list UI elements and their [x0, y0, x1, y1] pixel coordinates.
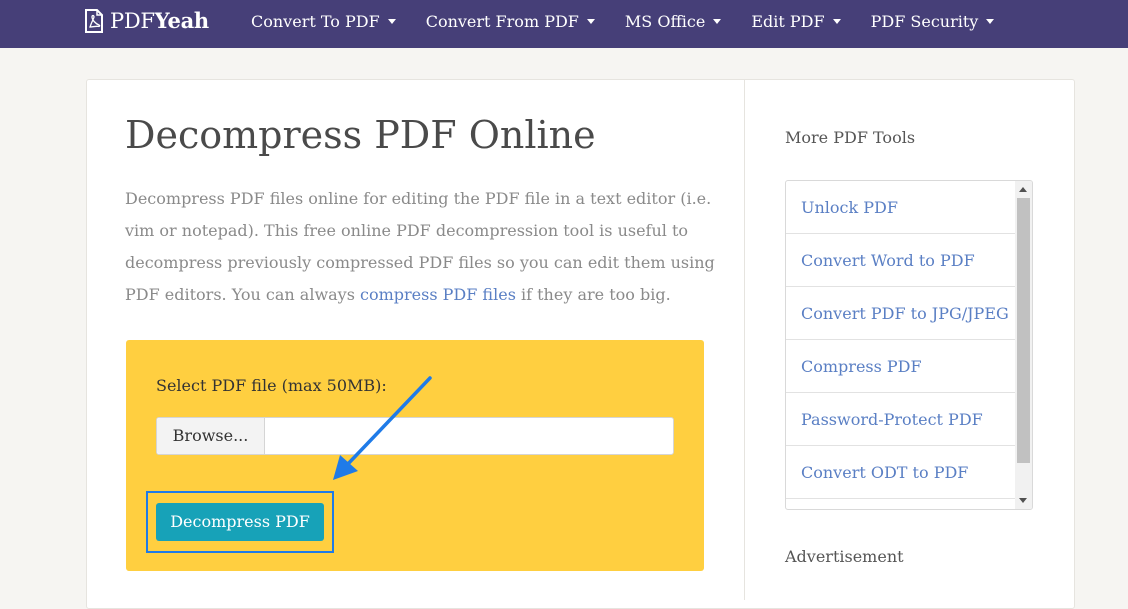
tool-convert-word-to-pdf[interactable]: Convert Word to PDF	[786, 234, 1016, 287]
tool-convert-odt-to-pdf[interactable]: Convert ODT to PDF	[786, 446, 1016, 499]
nav-convert-to-pdf-label: Convert To PDF	[251, 12, 380, 31]
intro-text-end: if they are too big.	[515, 285, 671, 304]
brand-name-regular: PDF	[110, 9, 155, 33]
caret-down-icon	[713, 19, 722, 24]
scroll-down-arrow-icon[interactable]	[1019, 498, 1027, 503]
brand-name-bold: Yeah	[154, 8, 210, 33]
nav-edit-pdf-label: Edit PDF	[751, 12, 825, 31]
caret-down-icon	[586, 19, 595, 24]
caret-down-icon	[986, 19, 995, 24]
caret-down-icon	[387, 19, 396, 24]
more-tools-list[interactable]: Unlock PDF Convert Word to PDF Convert P…	[785, 180, 1033, 510]
intro-paragraph: Decompress PDF files online for editing …	[125, 183, 715, 311]
top-navbar: PDFYeah Convert To PDF Convert From PDF …	[0, 0, 1128, 48]
file-input[interactable]: Browse...	[156, 417, 674, 455]
nav-ms-office[interactable]: MS Office	[610, 0, 736, 48]
nav-pdf-security-label: PDF Security	[870, 12, 979, 31]
nav-convert-from-pdf-label: Convert From PDF	[425, 12, 579, 31]
brand-name: PDFYeah	[110, 8, 209, 33]
nav-pdf-security[interactable]: PDF Security	[856, 0, 1010, 48]
caret-down-icon	[832, 19, 841, 24]
brand-logo[interactable]: PDFYeah	[84, 8, 209, 33]
tool-compress-pdf[interactable]: Compress PDF	[786, 340, 1016, 393]
nav-convert-to-pdf[interactable]: Convert To PDF	[236, 0, 411, 48]
tools-list-scrollbar[interactable]	[1015, 181, 1032, 509]
tool-unlock-pdf[interactable]: Unlock PDF	[786, 181, 1016, 234]
page-title: Decompress PDF Online	[125, 113, 596, 157]
nav-edit-pdf[interactable]: Edit PDF	[736, 0, 855, 48]
nav-convert-from-pdf[interactable]: Convert From PDF	[411, 0, 610, 48]
nav-ms-office-label: MS Office	[624, 12, 706, 31]
browse-button[interactable]: Browse...	[157, 418, 265, 454]
tool-password-protect-pdf[interactable]: Password-Protect PDF	[786, 393, 1016, 446]
advertisement-label: Advertisement	[785, 547, 904, 566]
tool-convert-pdf-to-jpg[interactable]: Convert PDF to JPG/JPEG	[786, 287, 1016, 340]
pdf-file-icon	[85, 8, 103, 33]
nav-menu: Convert To PDF Convert From PDF MS Offic…	[236, 0, 1009, 48]
scroll-up-arrow-icon[interactable]	[1019, 187, 1027, 192]
compress-pdf-link[interactable]: compress PDF files	[360, 285, 516, 304]
decompress-pdf-button[interactable]: Decompress PDF	[156, 503, 324, 541]
upload-label: Select PDF file (max 50MB):	[156, 376, 387, 395]
scrollbar-thumb[interactable]	[1017, 198, 1030, 463]
column-divider	[744, 80, 745, 600]
sidebar-title: More PDF Tools	[785, 128, 916, 147]
